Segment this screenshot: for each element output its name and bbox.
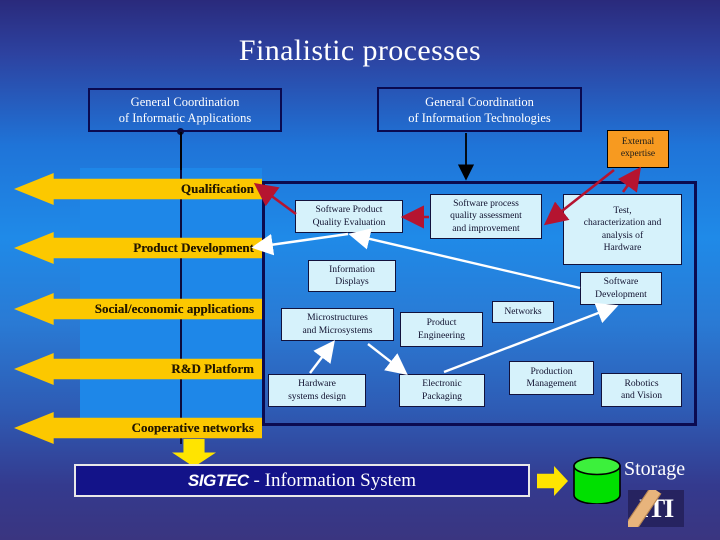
process-box-product-engineering: Product Engineering <box>400 312 483 347</box>
coord-left-line2: of Informatic Applications <box>118 111 252 125</box>
process-box-hardware-systems-design: Hardware systems design <box>268 374 366 407</box>
info-line1: Information <box>329 263 375 275</box>
tcah-line2: characterization and <box>583 217 662 229</box>
process-box-production-management: Production Management <box>509 361 594 395</box>
swdev-line1: Software <box>603 276 639 288</box>
process-box-software-development: Software Development <box>580 272 662 305</box>
prodm-line1: Production <box>530 365 573 377</box>
process-box-software-process-quality-assessment: Software process quality assessment and … <box>430 194 542 239</box>
page-title: Finalistic processes <box>238 34 482 67</box>
prodeng-line1: Product <box>426 317 457 329</box>
right-arrow-icon <box>537 466 568 496</box>
elec-line2: Packaging <box>422 390 462 402</box>
coordination-spine-line <box>180 131 182 444</box>
slide-canvas: Finalistic processes General Coordinatio… <box>0 0 720 540</box>
external-expertise-line1: External <box>621 137 655 148</box>
coord-left-line1: General Coordination <box>130 95 240 109</box>
process-box-robotics-and-vision: Robotics and Vision <box>601 373 682 407</box>
coord-right-line2: of Information Technologies <box>408 110 551 125</box>
sigtec-brand-word: SIGTEC <box>187 470 249 490</box>
robot-line2: and Vision <box>620 390 663 401</box>
micro-line2: and Microsystems <box>302 324 373 336</box>
storage-cylinder-icon <box>573 457 621 504</box>
down-arrow-icon <box>172 439 216 467</box>
process-box-electronic-packaging: Electronic Packaging <box>399 374 485 407</box>
tcah-line1: Test, <box>613 205 632 217</box>
process-box-networks: Networks <box>492 301 554 323</box>
hwsys-line2: systems design <box>288 390 346 402</box>
robot-line1: Robotics <box>624 377 659 389</box>
coordination-spine-dot <box>177 128 184 135</box>
general-coordination-information-technologies-box: General Coordination of Information Tech… <box>377 87 582 132</box>
elec-line1: Electronic <box>422 378 462 390</box>
process-box-software-product-quality-evaluation: Software Product Quality Evaluation <box>295 200 403 233</box>
swdev-line2: Development <box>595 288 647 300</box>
process-box-microstructures-and-microsystems: Microstructures and Microsystems <box>281 308 394 341</box>
spqai-line3: and improvement <box>452 222 520 234</box>
storage-label: Storage <box>624 458 686 480</box>
info-line2: Displays <box>335 276 369 287</box>
process-box-information-displays: Information Displays <box>308 260 396 292</box>
sigtec-information-system-bar: SIGTEC - Information System <box>74 464 530 497</box>
tcah-line3: analysis of <box>601 229 644 241</box>
coord-right-line1: General Coordination <box>425 94 534 109</box>
general-coordination-informatic-applications-box: General Coordination of Informatic Appli… <box>88 88 282 132</box>
spqai-line1: Software process <box>453 198 519 210</box>
spqe-line1: Software Product <box>315 204 383 216</box>
spqai-line2: quality assessment <box>450 210 522 222</box>
external-expertise-box: External expertise <box>607 130 669 168</box>
prodm-line2: Management <box>526 378 577 389</box>
process-box-test-characterization-analysis-hardware: Test, characterization and analysis of H… <box>563 194 682 265</box>
spqe-line2: Quality Evaluation <box>312 216 386 228</box>
prodeng-line2: Engineering <box>418 329 465 341</box>
sigtec-label: SIGTEC - Information System <box>188 470 416 492</box>
net-line1: Networks <box>504 305 542 317</box>
micro-line1: Microstructures <box>307 312 368 324</box>
sigtec-rest-text: - Information System <box>248 469 417 491</box>
hwsys-line1: Hardware <box>298 378 336 390</box>
iti-logo: ITI <box>628 490 684 527</box>
external-expertise-line2: expertise <box>620 149 656 159</box>
tcah-line4: Hardware <box>603 241 642 253</box>
